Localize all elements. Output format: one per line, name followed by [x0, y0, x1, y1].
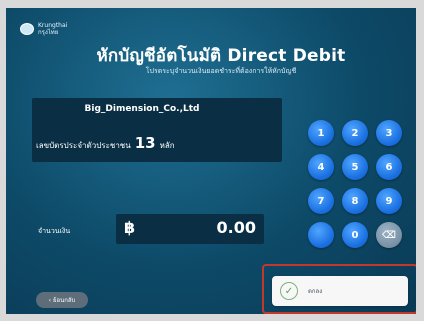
key-4[interactable]: 4 [308, 154, 334, 180]
key-8[interactable]: 8 [342, 188, 368, 214]
chevron-left-icon: ‹ [48, 296, 52, 304]
currency-symbol: ฿ [124, 218, 136, 237]
key-7[interactable]: 7 [308, 188, 334, 214]
back-button[interactable]: ‹ ย้อนกลับ [36, 292, 88, 308]
key-0[interactable]: 0 [342, 222, 368, 248]
key-9[interactable]: 9 [376, 188, 402, 214]
id-instruction: เลขบัตรประจำตัวประชาชน 13 หลัก [36, 134, 276, 152]
key-6[interactable]: 6 [376, 154, 402, 180]
company-name: Big_Dimension_Co.,Ltd [84, 104, 200, 114]
bank-logo: Krungthai กรุงไทย [20, 22, 67, 36]
amount-value: 0.00 [216, 218, 256, 237]
instruction-suffix: หลัก [159, 141, 175, 150]
logo-text: Krungthai [38, 22, 68, 29]
backspace-key[interactable]: ⌫ [376, 222, 402, 248]
key-blank[interactable] [308, 222, 334, 248]
page-title: หักบัญชีอัตโนมัติ Direct Debit [96, 46, 346, 66]
device-frame: Krungthai กรุงไทย หักบัญชีอัตโนมัติ Dire… [0, 0, 424, 321]
back-button-label: ย้อนกลับ [53, 297, 76, 304]
confirm-button[interactable]: ✓ ตกลง [272, 276, 408, 306]
backspace-icon: ⌫ [381, 229, 397, 241]
instruction-prefix: เลขบัตรประจำตัวประชาชน [36, 141, 131, 150]
atm-screen: Krungthai กรุงไทย หักบัญชีอัตโนมัติ Dire… [6, 8, 416, 314]
key-2[interactable]: 2 [342, 120, 368, 146]
page-subtitle: โปรดระบุจำนวนเงินยอดชำระที่ต้องการให้หัก… [145, 67, 297, 75]
key-5[interactable]: 5 [342, 154, 368, 180]
digit-count: 13 [134, 134, 156, 152]
key-1[interactable]: 1 [308, 120, 334, 146]
check-icon: ✓ [280, 282, 298, 300]
key-3[interactable]: 3 [376, 120, 402, 146]
bank-logo-icon [20, 23, 34, 35]
confirm-button-label: ตกลง [308, 288, 323, 295]
amount-label: จำนวนเงิน [38, 227, 71, 235]
numeric-keypad: 1 2 3 4 5 6 7 8 9 0 ⌫ [302, 120, 410, 260]
logo-subtext: กรุงไทย [38, 29, 59, 36]
